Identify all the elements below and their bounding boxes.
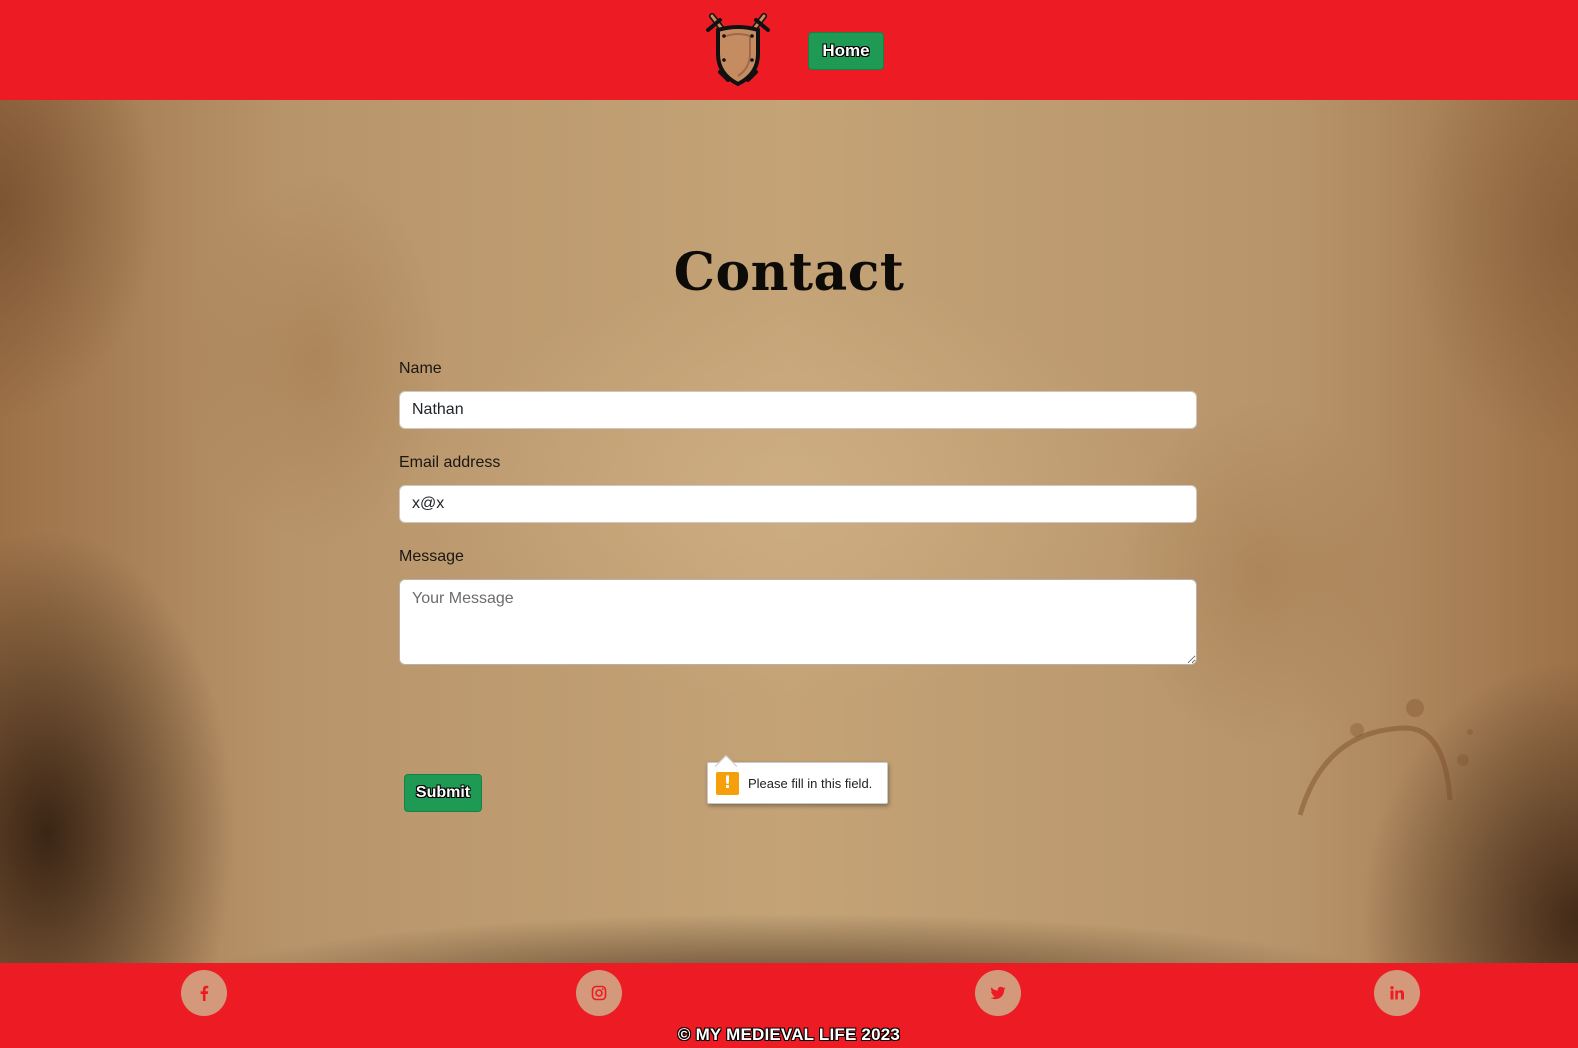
message-textarea[interactable]	[399, 579, 1197, 665]
contact-form: Name Nathan Email address x@x Message Su…	[399, 360, 1197, 812]
facebook-link[interactable]	[181, 970, 227, 1016]
copyright-text: © MY MEDIEVAL LIFE 2023	[677, 1025, 901, 1044]
name-input[interactable]: Nathan	[399, 391, 1197, 429]
validation-tooltip: ! Please fill in this field.	[707, 754, 888, 804]
message-label: Message	[399, 548, 464, 565]
page-title: Contact	[673, 242, 905, 303]
home-button[interactable]: Home	[808, 32, 884, 70]
instagram-link[interactable]	[576, 970, 622, 1016]
instagram-icon	[591, 985, 607, 1001]
twitter-link[interactable]	[975, 970, 1021, 1016]
validation-message: Please fill in this field.	[748, 776, 873, 791]
site-header: Home	[0, 0, 1578, 100]
twitter-icon	[990, 986, 1006, 1000]
submit-button[interactable]: Submit	[404, 774, 482, 812]
coffee-stain-decoration	[1297, 699, 1473, 816]
facebook-icon	[200, 985, 209, 1001]
email-label: Email address	[399, 454, 501, 471]
name-label: Name	[399, 360, 442, 377]
email-input[interactable]: x@x	[399, 485, 1197, 523]
warning-icon: !	[716, 772, 739, 795]
shield-with-swords-icon[interactable]	[706, 10, 770, 88]
site-footer: © MY MEDIEVAL LIFE 2023	[0, 963, 1578, 1048]
linkedin-icon	[1390, 986, 1404, 1000]
linkedin-link[interactable]	[1374, 970, 1420, 1016]
